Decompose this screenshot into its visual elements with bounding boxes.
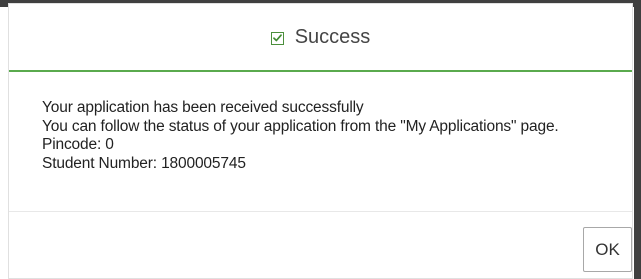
pincode-text: Pincode: 0: [42, 136, 114, 153]
ok-button[interactable]: OK: [583, 227, 632, 272]
dialog-title: Success: [294, 25, 371, 48]
dialog-message: Your application has been received succe…: [42, 99, 559, 173]
message-line: Your application has been received succe…: [42, 99, 364, 116]
checkbox-checked-icon: [270, 31, 284, 45]
dialog-footer: OK: [9, 211, 632, 279]
dialog-header: Success: [9, 4, 632, 72]
screen: Success Your application has been receiv…: [0, 0, 641, 279]
backdrop-overlay-right: [634, 0, 641, 279]
success-dialog: Success Your application has been receiv…: [8, 3, 633, 279]
student-number-text: Student Number: 1800005745: [42, 154, 246, 172]
message-line: You can follow the status of your applic…: [42, 117, 559, 135]
